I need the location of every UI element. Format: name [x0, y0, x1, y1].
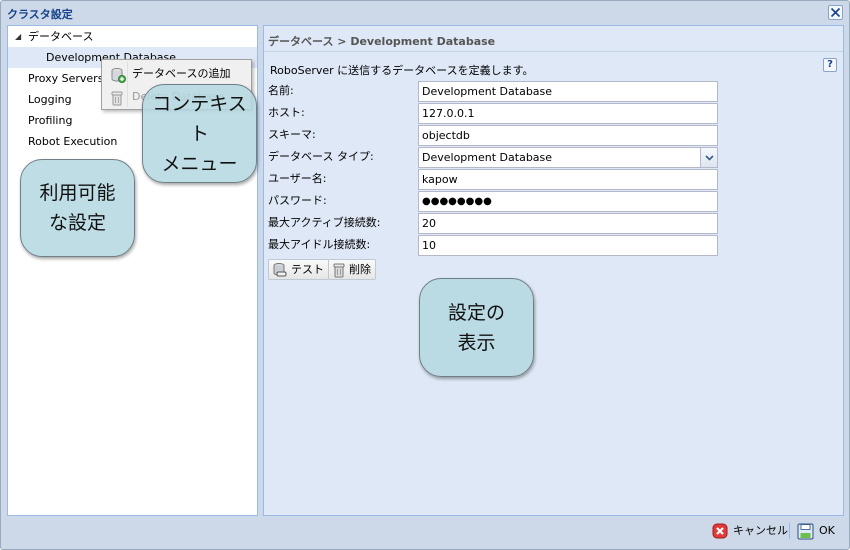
callout-line: な設定	[48, 212, 106, 234]
max-active-connections-label: 最大アクティブ接続数:	[268, 216, 381, 229]
menu-item-add-database[interactable]: データベースの追加	[104, 63, 249, 85]
cancel-button[interactable]: キャンセル	[712, 520, 788, 542]
callout-line: メニュー	[161, 152, 238, 175]
database-connect-icon	[273, 262, 287, 276]
username-label: ユーザー名:	[268, 172, 327, 185]
callout-available-settings: 利用可能 な設定	[20, 159, 135, 257]
cancel-button-label: キャンセル	[733, 524, 788, 537]
trash-icon	[111, 91, 123, 106]
help-button[interactable]: ?	[823, 58, 837, 72]
chevron-down-icon	[704, 154, 714, 161]
password-label: パスワード:	[268, 194, 327, 207]
delete-button-label: 削除	[349, 263, 371, 276]
tree-node-label: データベース	[28, 30, 94, 43]
schema-label: スキーマ:	[268, 128, 316, 141]
callout-line: 表示	[457, 331, 496, 354]
settings-panel: データベース > Development Database RoboServer…	[263, 25, 844, 516]
close-button[interactable]	[828, 5, 843, 20]
save-icon	[797, 523, 814, 539]
cluster-settings-dialog: クラスタ設定 ◢ データベース Development Database Pro…	[0, 0, 850, 550]
cancel-icon	[712, 523, 728, 539]
test-button-label: テスト	[291, 263, 324, 276]
window-title: クラスタ設定	[7, 8, 73, 21]
callout-line: 設定の	[447, 301, 505, 324]
tree-node-label: Proxy Servers	[28, 72, 104, 85]
menu-item-label: データベースの追加	[132, 67, 231, 80]
callout-line: 利用可能	[39, 182, 116, 204]
tree-node-label: Profiling	[28, 114, 73, 127]
username-input[interactable]: kapow	[418, 169, 718, 190]
footer-separator	[789, 523, 790, 539]
database-add-icon	[111, 68, 126, 83]
database-type-dropdown-button[interactable]	[700, 147, 718, 168]
help-icon: ?	[827, 59, 833, 70]
password-input[interactable]: ●●●●●●●●	[418, 191, 718, 212]
callout-line: コンテキスト	[152, 92, 247, 145]
breadcrumb: データベース > Development Database	[264, 26, 843, 52]
database-type-label: データベース タイプ:	[268, 150, 374, 163]
callout-context-menu: コンテキスト メニュー	[142, 84, 257, 183]
delete-button[interactable]: 削除	[328, 259, 376, 280]
host-input[interactable]: 127.0.0.1	[418, 103, 718, 124]
name-input[interactable]: Development Database	[418, 81, 718, 102]
panel-description: RoboServer に送信するデータベースを定義します。	[270, 64, 534, 77]
tree-node-label: Robot Execution	[28, 135, 118, 148]
max-idle-connections-input[interactable]: 10	[418, 235, 718, 256]
close-icon	[830, 7, 841, 18]
tree-node-label: Logging	[28, 93, 72, 106]
expanded-arrow-icon[interactable]: ◢	[15, 26, 21, 47]
max-active-connections-input[interactable]: 20	[418, 213, 718, 234]
schema-input[interactable]: objectdb	[418, 125, 718, 146]
callout-settings-display: 設定の 表示	[419, 278, 534, 377]
database-type-value: Development Database	[422, 151, 553, 164]
ok-button[interactable]: OK	[797, 520, 835, 542]
title-bar: クラスタ設定	[1, 1, 849, 25]
trash-icon	[333, 263, 345, 277]
host-label: ホスト:	[268, 106, 305, 119]
max-idle-connections-label: 最大アイドル接続数:	[268, 238, 371, 251]
ok-button-label: OK	[819, 524, 835, 537]
name-label: 名前:	[268, 84, 294, 97]
test-button[interactable]: テスト	[268, 259, 329, 280]
database-type-select[interactable]: Development Database	[418, 147, 718, 168]
tree-node-databases[interactable]: ◢ データベース	[8, 26, 257, 47]
